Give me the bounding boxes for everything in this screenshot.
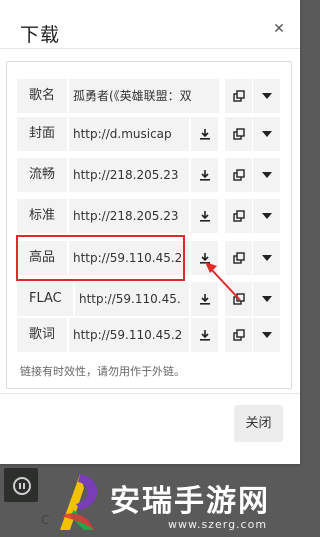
annotation-arrow-icon — [205, 262, 241, 301]
watermark-url: www.szerg.com — [168, 518, 268, 531]
watermark-logo-icon — [60, 474, 98, 530]
download-dialog: 下载 ✕ 歌名 孤勇者(《英雄联盟：双 封面 http://d.musicap … — [0, 0, 300, 464]
player-thumbnail[interactable] — [4, 468, 38, 502]
pause-icon[interactable] — [13, 477, 31, 495]
close-button[interactable]: 关闭 — [234, 405, 283, 442]
expiry-note: 链接有时效性，请勿用作于外链。 — [20, 365, 185, 378]
footer-divider — [0, 393, 300, 394]
watermark: 安瑞手游网 www.szerg.com — [50, 470, 298, 536]
watermark-name: 安瑞手游网 — [110, 484, 270, 519]
player-text: C — [41, 513, 50, 527]
